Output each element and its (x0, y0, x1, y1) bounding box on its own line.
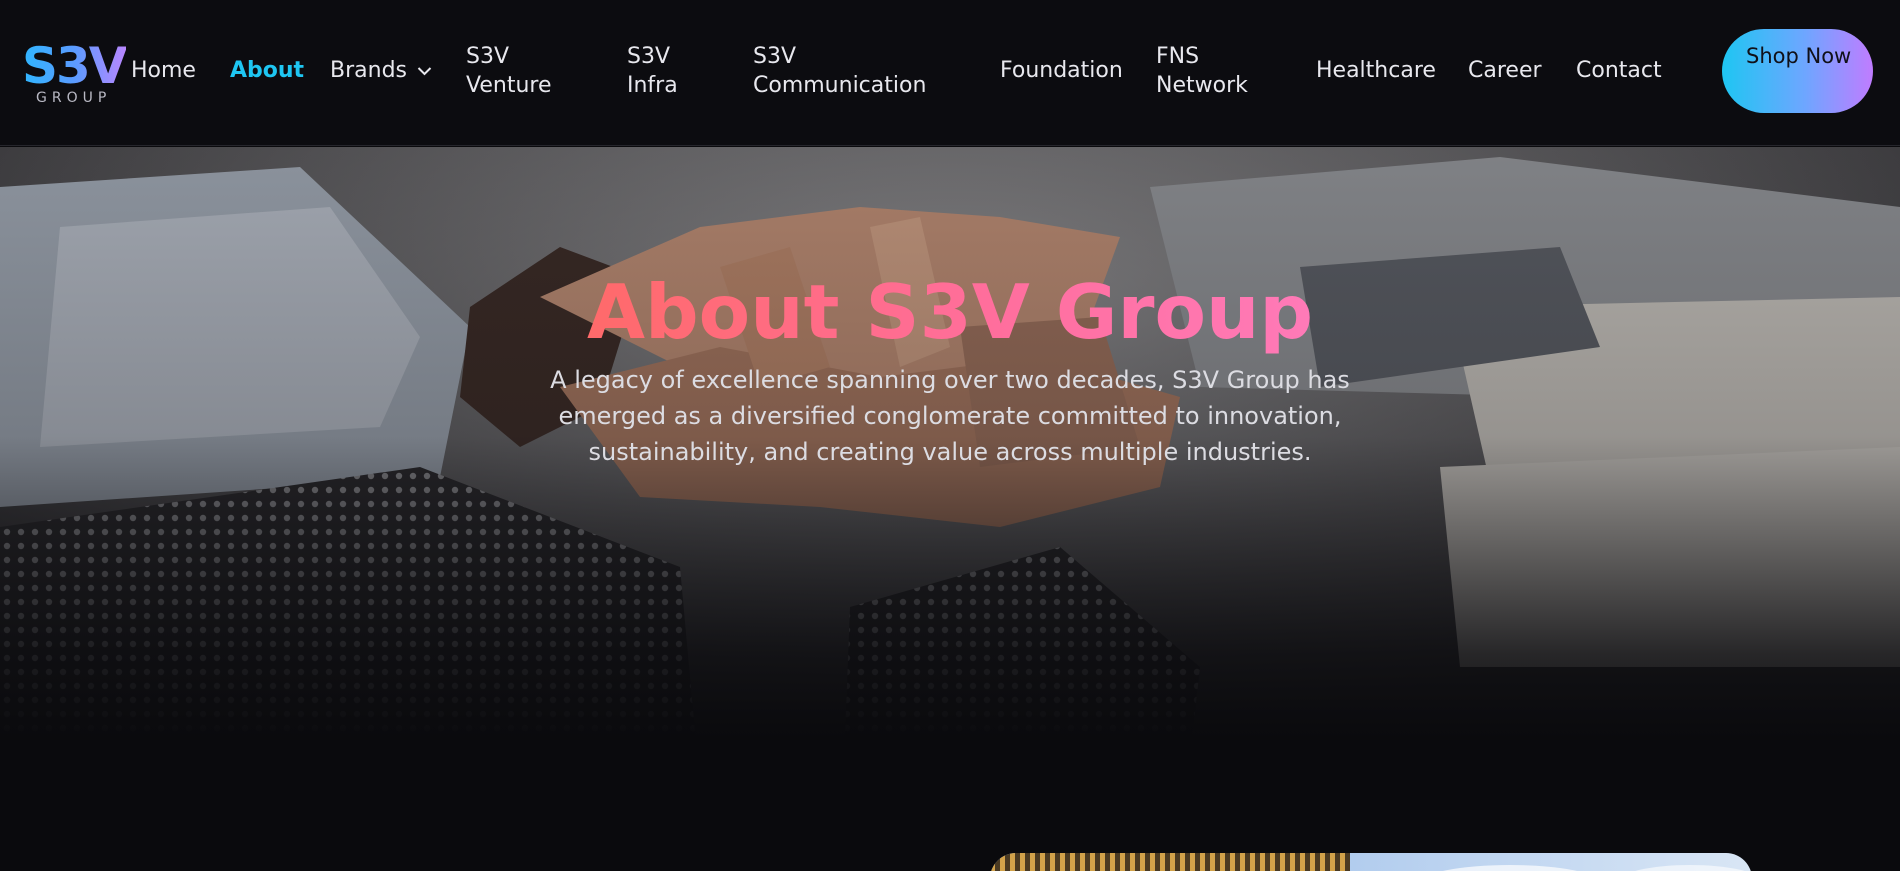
page: S3V GROUP Home About Brands S3V Venture … (0, 0, 1900, 871)
page-title: About S3V Group (0, 267, 1900, 357)
nav-item-healthcare[interactable]: Healthcare (1316, 56, 1436, 85)
shop-now-button[interactable]: Shop Now (1722, 29, 1873, 113)
about-building-image (990, 853, 1752, 871)
hero-description: A legacy of excellence spanning over two… (550, 366, 1350, 466)
page-title-text: About S3V Group (586, 268, 1314, 356)
nav-item-s3v-infra[interactable]: S3V Infra (627, 42, 697, 100)
nav-item-career[interactable]: Career (1468, 56, 1542, 85)
nav-item-foundation[interactable]: Foundation (1000, 56, 1123, 85)
logo-wordmark: S3V (22, 37, 127, 95)
nav-item-about[interactable]: About (230, 56, 304, 85)
nav-item-brands[interactable]: Brands (330, 56, 432, 85)
hero-section: About S3V Group A legacy of excellence s… (0, 147, 1900, 871)
logo-subtitle: GROUP (36, 90, 112, 106)
nav-item-contact[interactable]: Contact (1576, 56, 1662, 85)
site-logo[interactable]: S3V GROUP (22, 40, 132, 110)
nav-item-home[interactable]: Home (131, 56, 196, 85)
hero-dark-overlay (0, 147, 1900, 871)
nav-item-s3v-venture[interactable]: S3V Venture (466, 42, 566, 100)
nav-item-brands-label: Brands (330, 58, 407, 83)
chevron-down-icon (417, 66, 432, 76)
nav-item-fns-network[interactable]: FNS Network (1156, 42, 1256, 100)
top-navigation: S3V GROUP Home About Brands S3V Venture … (0, 0, 1900, 146)
nav-item-s3v-communication[interactable]: S3V Communication (753, 42, 933, 100)
